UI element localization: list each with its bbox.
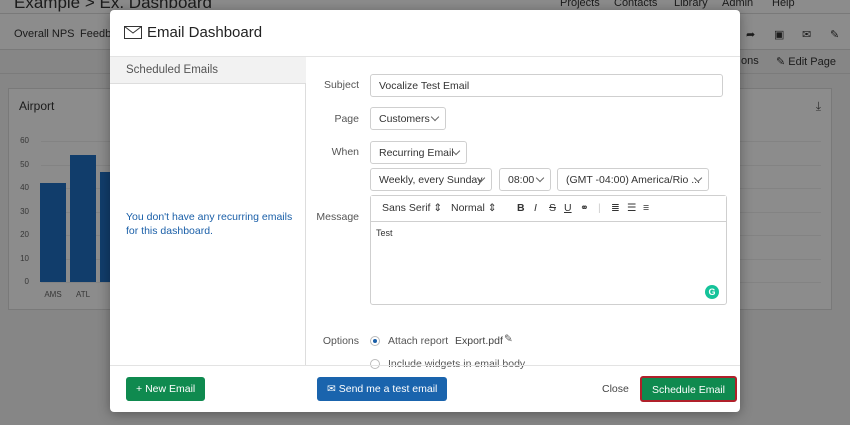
frequency-select-value: Weekly, every Sunday: [379, 174, 483, 186]
font-size-value: Normal: [451, 202, 485, 214]
ordered-list-icon[interactable]: ≣: [611, 202, 620, 214]
subject-input[interactable]: Vocalize Test Email: [370, 74, 723, 97]
plus-icon: +: [136, 383, 143, 395]
message-editor[interactable]: Sans Serif ⇕ Normal ⇕ B I S U ⚭ | ≣ ☰ ≡ …: [370, 195, 727, 305]
italic-icon[interactable]: I: [534, 202, 537, 214]
page-select-value: Customers: [379, 113, 430, 125]
schedule-email-button[interactable]: Schedule Email: [640, 376, 737, 402]
send-test-email-label: Send me a test email: [338, 383, 438, 395]
message-body[interactable]: Test: [376, 228, 393, 238]
new-email-button[interactable]: + New Email: [126, 377, 206, 401]
underline-icon[interactable]: U: [564, 202, 572, 214]
empty-state-message: You don't have any recurring emails for …: [126, 211, 293, 237]
font-family-value: Sans Serif: [382, 202, 431, 214]
font-family-select[interactable]: Sans Serif ⇕: [382, 202, 442, 214]
attach-report-label: Attach report: [388, 335, 449, 347]
attach-report-radio[interactable]: [370, 336, 380, 346]
pencil-icon[interactable]: ✎: [504, 333, 513, 345]
when-label: When: [331, 146, 359, 158]
timezone-select-value: (GMT -04:00) America/Rio ...: [566, 174, 701, 186]
align-icon[interactable]: ≡: [643, 202, 649, 214]
new-email-label: New Email: [145, 383, 196, 395]
modal-header: Email Dashboard: [110, 10, 740, 57]
bullet-list-icon[interactable]: ☰: [627, 202, 636, 214]
message-label: Message: [316, 211, 359, 223]
chevron-down-icon: [430, 112, 440, 122]
toolbar-divider: |: [598, 202, 601, 214]
when-select-value: Recurring Email: [379, 147, 454, 159]
send-test-email-button[interactable]: ✉ Send me a test email: [317, 377, 448, 401]
chevron-down-icon: [535, 173, 545, 183]
page-select[interactable]: Customers: [370, 107, 446, 130]
page-label: Page: [334, 113, 359, 125]
email-dashboard-modal: Email Dashboard Scheduled Emails You don…: [110, 10, 740, 412]
timezone-select[interactable]: (GMT -04:00) America/Rio ...: [557, 168, 709, 191]
options-label: Options: [322, 335, 359, 347]
strikethrough-icon[interactable]: S: [549, 202, 556, 214]
attachment-name: Export.pdf: [455, 335, 503, 347]
when-select[interactable]: Recurring Email: [370, 141, 467, 164]
scheduled-emails-pane: Scheduled Emails You don't have any recu…: [110, 57, 306, 365]
frequency-select[interactable]: Weekly, every Sunday: [370, 168, 492, 191]
close-button[interactable]: Close: [592, 377, 639, 401]
grammarly-icon[interactable]: G: [705, 285, 719, 299]
envelope-icon: [124, 26, 142, 39]
bold-icon[interactable]: B: [517, 202, 525, 214]
subject-label: Subject: [323, 79, 359, 91]
envelope-icon: ✉: [327, 383, 336, 395]
link-icon[interactable]: ⚭: [580, 202, 589, 214]
font-size-select[interactable]: Normal ⇕: [451, 202, 497, 214]
time-select-value: 08:00: [508, 174, 535, 186]
time-select[interactable]: 08:00: [499, 168, 551, 191]
scheduled-emails-header: Scheduled Emails: [110, 57, 306, 84]
editor-toolbar: Sans Serif ⇕ Normal ⇕ B I S U ⚭ | ≣ ☰ ≡: [371, 196, 726, 222]
modal-footer: + New Email ✉ Send me a test email Close…: [110, 365, 740, 412]
modal-title: Email Dashboard: [147, 24, 263, 41]
email-form: Subject Vocalize Test Email Page Custome…: [307, 57, 740, 370]
